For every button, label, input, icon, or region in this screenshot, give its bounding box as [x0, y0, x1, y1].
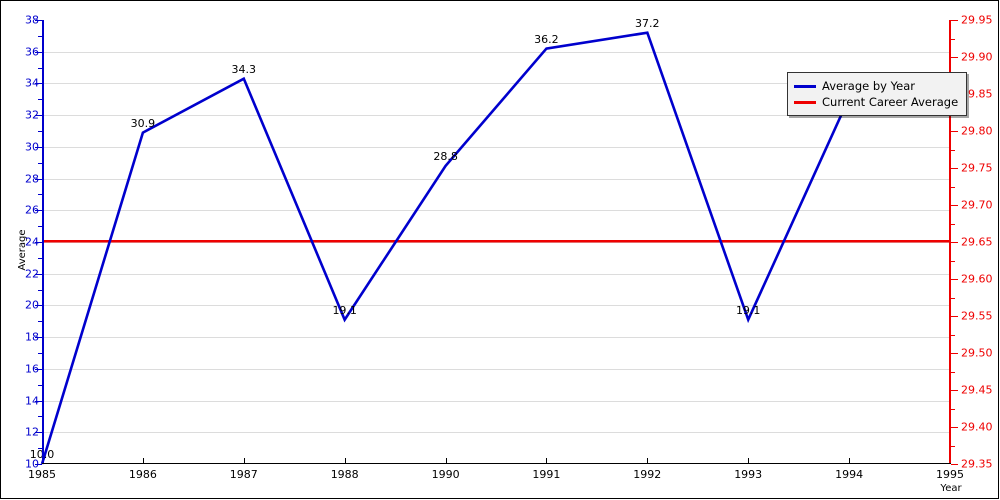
x-axis-title: Year [940, 483, 962, 494]
x-axis-tick-label: 1985 [28, 468, 56, 481]
y-axis-right-tick-label: 29.60 [961, 272, 993, 286]
y-axis-right-minor-tick [951, 223, 955, 225]
y-axis-left-minor-tick [38, 67, 42, 69]
x-axis-tick [142, 458, 144, 464]
x-axis-tick-label: 1995 [936, 468, 964, 481]
y-axis-left-minor-tick [38, 289, 42, 291]
y-axis-left-tick-label: 36 [25, 45, 39, 59]
y-axis-left-tick-label: 38 [25, 13, 39, 27]
y-axis-left-tick-label: 24 [25, 235, 39, 249]
y-axis-right-tick-label: 29.75 [961, 161, 993, 175]
y-axis-right-tick-label: 29.95 [961, 13, 993, 27]
chart-container: Average Year 10.030.934.319.128.836.237.… [0, 0, 1000, 500]
y-axis-right-minor-tick [951, 297, 955, 299]
y-axis-right-tick-label: 29.55 [961, 309, 993, 323]
y-axis-right-tick [951, 316, 958, 317]
x-axis-tick [647, 458, 649, 464]
y-axis-right-tick-label: 29.70 [961, 198, 993, 212]
x-axis-tick-label: 1994 [835, 468, 864, 481]
y-axis-right-tick-label: 29.50 [961, 346, 993, 360]
y-axis-left-minor-tick [38, 194, 42, 196]
y-axis-left-minor-tick [38, 257, 42, 259]
y-axis-right-tick-label: 29.35 [961, 457, 993, 471]
y-axis-left-minor-tick [38, 162, 42, 164]
y-axis-left-minor-tick [38, 384, 42, 386]
y-axis-right-minor-tick [951, 334, 955, 336]
y-axis-right-tick [951, 464, 958, 465]
y-axis-right-minor-tick [951, 38, 955, 40]
y-axis-right-minor-tick [951, 371, 955, 373]
x-axis-tick [849, 458, 851, 464]
y-axis-left-tick-label: 18 [25, 330, 39, 344]
y-axis-right-tick [951, 205, 958, 206]
x-axis-tick-label: 1986 [128, 468, 157, 481]
x-axis-tick-label: 1987 [229, 468, 258, 481]
y-axis-left-minor-tick [38, 448, 42, 450]
y-axis-left-minor-tick [38, 416, 42, 418]
y-axis-left-minor-tick [38, 226, 42, 228]
y-axis-right-tick-label: 29.40 [961, 420, 993, 434]
y-axis-right-minor-tick [951, 408, 955, 410]
x-axis-tick-label: 1990 [431, 468, 460, 481]
y-axis-left-tick-label: 12 [25, 425, 39, 439]
x-axis-tick-label: 1991 [532, 468, 561, 481]
y-axis-left-minor-tick [38, 321, 42, 323]
x-axis-tick-label: 1992 [633, 468, 662, 481]
x-axis-tick [546, 458, 548, 464]
y-axis-right-tick [951, 20, 958, 21]
y-axis-left-tick-label: 30 [25, 140, 39, 154]
x-axis-tick [748, 458, 750, 464]
y-axis-right-minor-tick [951, 445, 955, 447]
y-axis-right-tick-label: 29.65 [961, 235, 993, 249]
y-axis-right-tick [951, 390, 958, 391]
y-axis-right-tick [951, 131, 958, 132]
y-axis-left-minor-tick [38, 35, 42, 37]
y-axis-left-tick-label: 28 [25, 172, 39, 186]
y-axis-left-tick-label: 14 [25, 394, 39, 408]
legend-item-current-career-average[interactable]: Current Career Average [794, 94, 958, 110]
y-axis-right-tick [951, 242, 958, 243]
x-axis-tick-label: 1993 [734, 468, 763, 481]
y-axis-left-tick-label: 20 [25, 298, 39, 312]
legend-swatch-current-career-average [794, 100, 816, 104]
x-axis-tick [243, 458, 245, 464]
y-axis-left-tick-label: 32 [25, 108, 39, 122]
y-axis-left-tick-label: 26 [25, 203, 39, 217]
y-axis-right-tick [951, 353, 958, 354]
y-axis-right-tick-label: 29.90 [961, 50, 993, 64]
x-axis-tick [445, 458, 447, 464]
x-axis-tick [344, 458, 346, 464]
y-axis-left-minor-tick [38, 99, 42, 101]
y-axis-left [42, 20, 44, 464]
y-axis-left-tick-label: 16 [25, 362, 39, 376]
y-axis-right-tick [951, 427, 958, 428]
y-axis-right-tick [951, 279, 958, 280]
legend-label-current-career-average: Current Career Average [822, 95, 959, 109]
x-axis [42, 463, 951, 464]
legend-item-average-by-year[interactable]: Average by Year [794, 78, 958, 94]
legend-label-average-by-year: Average by Year [822, 79, 915, 93]
chart-legend[interactable]: Average by Year Current Career Average [787, 72, 968, 116]
y-axis-right-minor-tick [951, 260, 955, 262]
x-axis-tick-label: 1988 [330, 468, 359, 481]
y-axis-left-minor-tick [38, 353, 42, 354]
y-axis-right-minor-tick [951, 149, 955, 151]
y-axis-right-tick-label: 29.80 [961, 124, 993, 138]
average-by-year-line [40, 31, 851, 465]
y-axis-left-tick-label: 22 [25, 267, 39, 281]
y-axis-left-minor-tick [38, 131, 42, 132]
y-axis-right-tick [951, 57, 958, 58]
legend-swatch-average-by-year [794, 84, 816, 88]
y-axis-right-tick-label: 29.45 [961, 383, 993, 397]
y-axis-left-tick-label: 34 [25, 76, 39, 90]
y-axis-right-tick [951, 168, 958, 169]
y-axis-right-minor-tick [951, 186, 955, 188]
